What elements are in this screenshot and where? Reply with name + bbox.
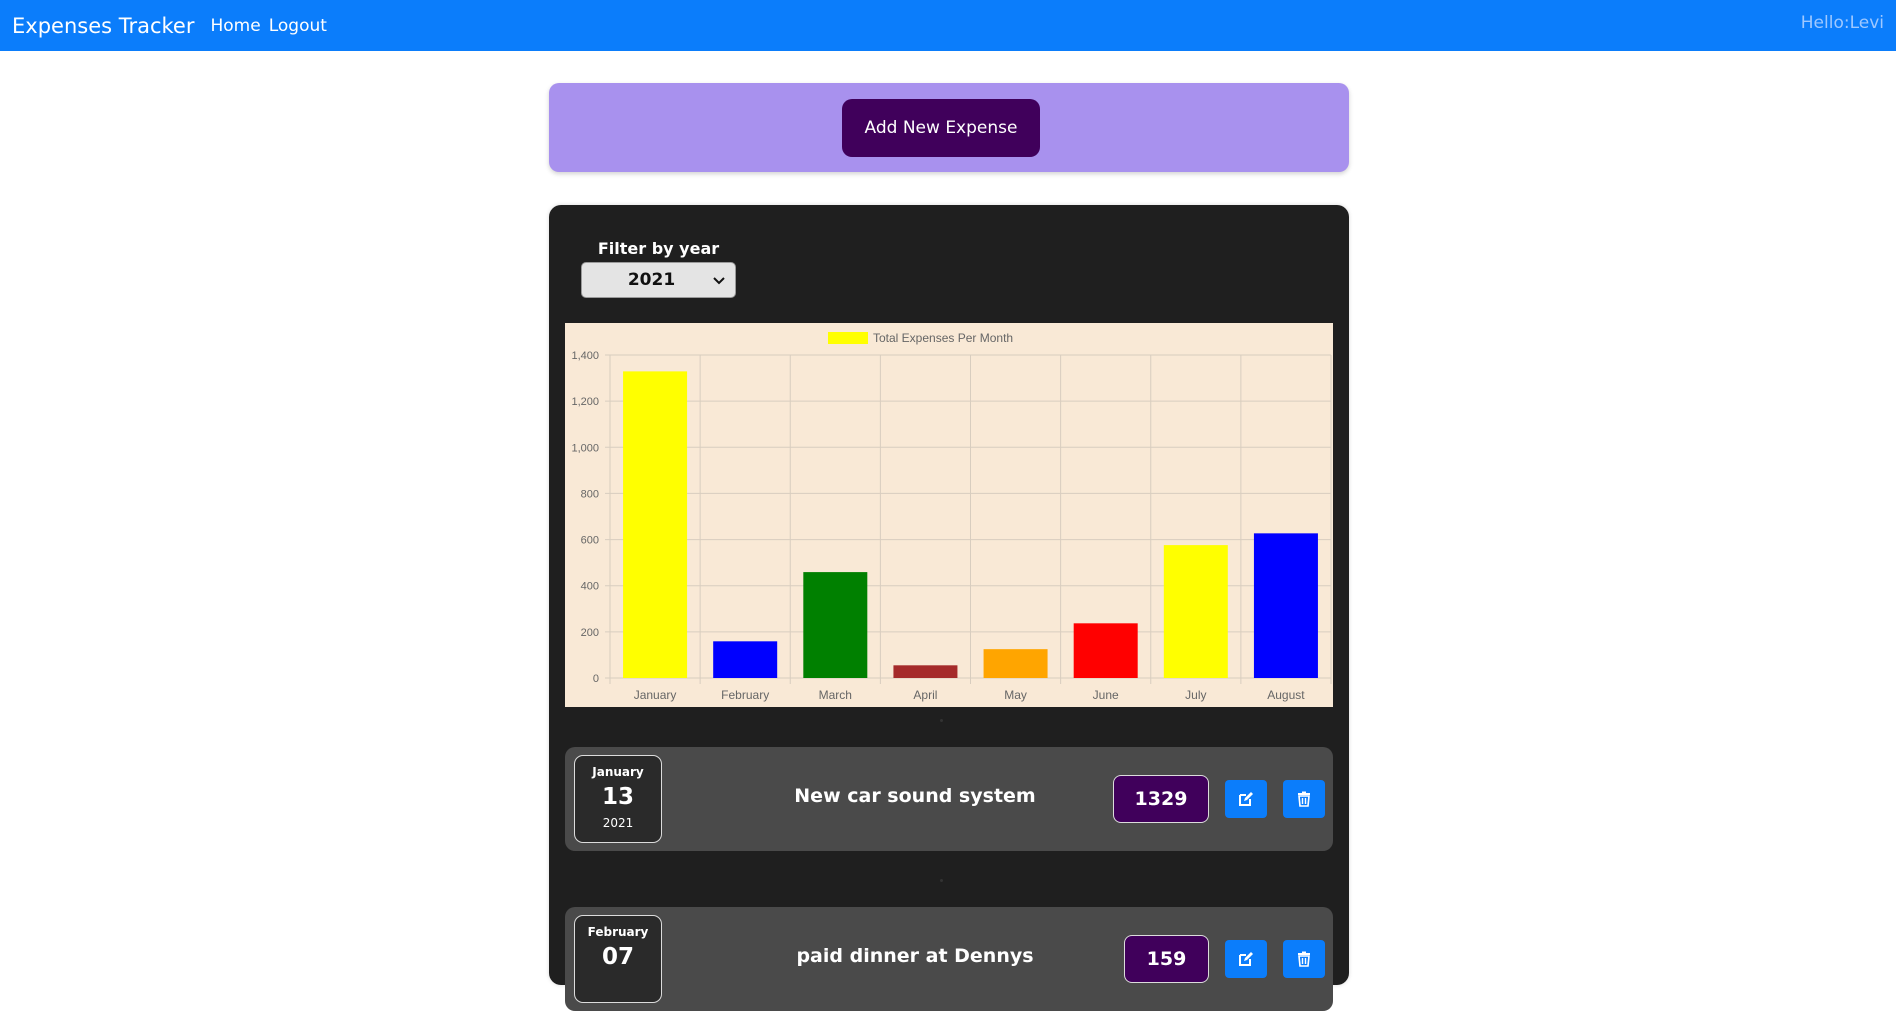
x-tick-label: March <box>819 688 852 702</box>
expense-date: February 07 <box>574 915 662 1003</box>
bar <box>1163 545 1228 678</box>
y-tick-label: 1,200 <box>571 396 599 408</box>
y-tick-label: 600 <box>581 535 599 547</box>
expense-amount: 1329 <box>1113 775 1209 823</box>
bar <box>803 572 868 678</box>
bar <box>1253 533 1318 678</box>
expense-year: 2021 <box>602 816 634 830</box>
separator-dot <box>940 879 943 882</box>
expense-title: paid dinner at Dennys <box>796 945 1034 967</box>
monthly-expenses-chart: 0 200 400 600 800 1,000 1,200 1,400 January Febru… <box>565 323 1333 707</box>
x-tick-label: August <box>1267 688 1305 702</box>
year-select-value: 2021 <box>627 270 676 290</box>
navbar: Expenses Tracker Home Logout Hello:Levi <box>0 0 1896 51</box>
expense-item: January 13 2021 New car sound system 132… <box>565 747 1333 851</box>
x-tick-label: February <box>721 688 769 702</box>
bar <box>983 649 1048 678</box>
delete-expense-button[interactable] <box>1283 940 1325 978</box>
separator-dot <box>940 719 943 722</box>
x-tick-label: April <box>913 688 937 702</box>
y-tick-label: 800 <box>581 488 599 500</box>
trash-icon <box>1298 951 1310 967</box>
delete-expense-button[interactable] <box>1283 780 1325 818</box>
trash-icon <box>1298 791 1310 807</box>
add-expense-panel: Add New Expense <box>549 83 1349 172</box>
bar <box>713 641 778 678</box>
y-tick-label: 1,000 <box>571 442 599 454</box>
bar <box>623 371 688 678</box>
expense-day: 13 <box>601 784 634 810</box>
expense-title: New car sound system <box>794 785 1036 807</box>
edit-icon <box>1239 952 1253 966</box>
y-tick-label: 0 <box>593 673 599 685</box>
y-tick-label: 1,400 <box>571 350 599 362</box>
bar <box>1073 623 1138 678</box>
edit-icon <box>1239 792 1253 806</box>
expense-item: February 07 paid dinner at Dennys 159 <box>565 907 1333 1011</box>
add-new-expense-button[interactable]: Add New Expense <box>842 99 1040 157</box>
x-tick-label: June <box>1093 688 1119 702</box>
edit-expense-button[interactable] <box>1225 780 1267 818</box>
legend-swatch <box>828 332 868 344</box>
x-tick-label: July <box>1185 688 1206 702</box>
nav-home-link[interactable]: Home <box>211 16 261 36</box>
year-select[interactable]: 2021 <box>581 262 736 298</box>
bar <box>893 665 958 678</box>
brand-title[interactable]: Expenses Tracker <box>12 14 195 38</box>
user-greeting: Hello:Levi <box>1800 13 1884 33</box>
legend-label: Total Expenses Per Month <box>873 331 1013 345</box>
y-tick-label: 200 <box>581 627 599 639</box>
y-tick-label: 400 <box>581 581 599 593</box>
x-tick-label: May <box>1004 688 1027 702</box>
nav-logout-link[interactable]: Logout <box>269 16 327 36</box>
bar-chart-svg: 0 200 400 600 800 1,000 1,200 1,400 January Febru… <box>571 331 1332 702</box>
expense-day: 07 <box>601 944 634 970</box>
expense-amount: 159 <box>1124 935 1209 983</box>
chevron-down-icon <box>713 277 725 285</box>
expense-date: January 13 2021 <box>574 755 662 843</box>
x-tick-label: January <box>634 688 677 702</box>
filter-by-year-label: Filter by year <box>597 239 720 258</box>
expense-month: January <box>592 765 644 779</box>
edit-expense-button[interactable] <box>1225 940 1267 978</box>
expense-month: February <box>587 925 649 939</box>
